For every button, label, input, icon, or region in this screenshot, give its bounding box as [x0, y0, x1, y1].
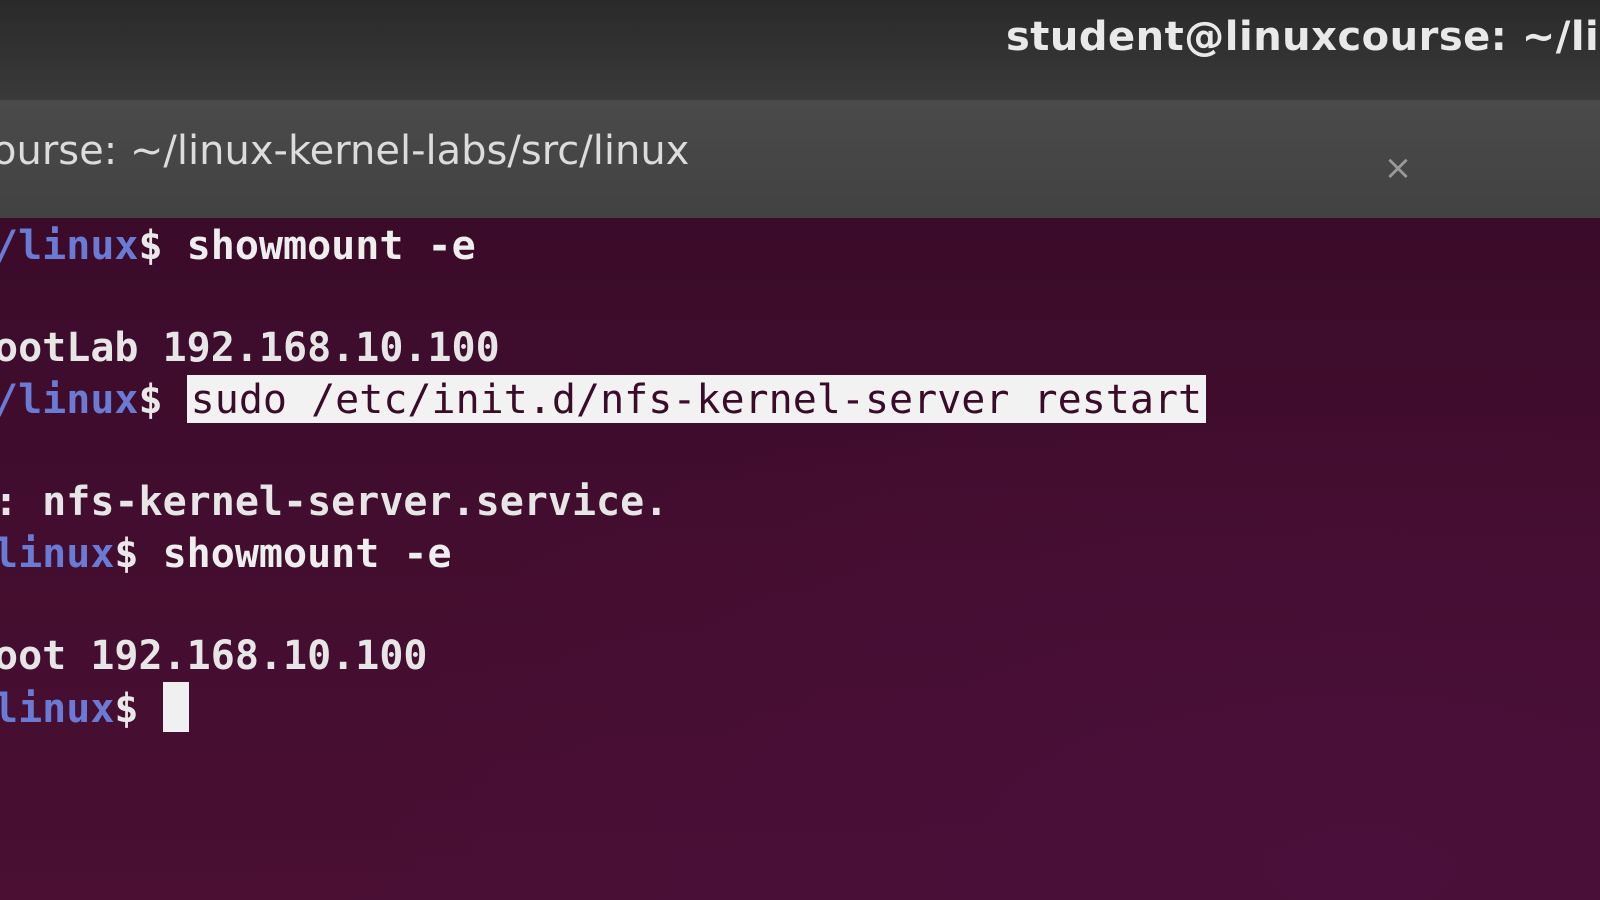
close-icon[interactable]: ×	[1378, 148, 1418, 188]
window-titlebar[interactable]: student@linuxcourse: ~/linux	[0, 0, 1600, 100]
output-text: : nfs-kernel-server.service.	[0, 479, 669, 525]
terminal-line: /linux$ showmount -e	[0, 222, 476, 270]
output-text: oot 192.168.10.100	[0, 633, 428, 679]
window-title: student@linuxcourse: ~/linux	[1006, 14, 1600, 60]
terminal-line: /linux$ sudo /etc/init.d/nfs-kernel-serv…	[0, 375, 1207, 424]
terminal-line: oot 192.168.10.100	[0, 632, 427, 680]
screen: student@linuxcourse: ~/linux ourse: ~/li…	[0, 0, 1600, 900]
tab-title[interactable]: ourse: ~/linux-kernel-labs/src/linux	[0, 128, 689, 174]
terminal-line: : nfs-kernel-server.service.	[0, 478, 668, 526]
prompt-path: /linux	[0, 377, 139, 423]
terminal-line: ootLab 192.168.10.100	[0, 324, 500, 372]
prompt-path: /linux	[0, 223, 139, 269]
selected-command-text[interactable]: sudo /etc/init.d/nfs-kernel-server resta…	[186, 375, 1207, 423]
output-text: ootLab 192.168.10.100	[0, 325, 500, 371]
prompt-dollar: $	[138, 223, 187, 269]
text-cursor	[162, 682, 189, 732]
prompt-dollar: $	[114, 686, 163, 732]
prompt-path: linux	[0, 686, 115, 732]
command-text: showmount -e	[162, 531, 452, 577]
terminal-output[interactable]: /linux$ showmount -e ootLab 192.168.10.1…	[0, 218, 1600, 900]
prompt-dollar: $	[114, 531, 163, 577]
prompt-dollar: $	[138, 377, 187, 423]
tab-bar: ourse: ~/linux-kernel-labs/src/linux ×	[0, 100, 1600, 219]
terminal-line: linux$	[0, 682, 189, 733]
command-text: showmount -e	[186, 223, 476, 269]
terminal-line: linux$ showmount -e	[0, 530, 452, 578]
prompt-path: linux	[0, 531, 115, 577]
